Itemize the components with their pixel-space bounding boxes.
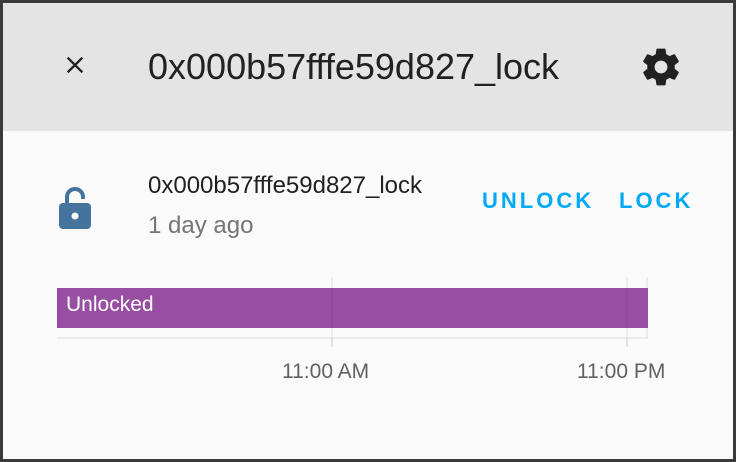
tick-label: 11:00 AM (282, 360, 370, 383)
entity-name: 0x000b57fffe59d827_lock (148, 172, 423, 199)
state-label: Unlocked (66, 293, 154, 316)
entity-row: 0x000b57fffe59d827_lock 1 day ago UNLOCK… (3, 131, 733, 261)
lock-button[interactable]: LOCK (619, 186, 693, 216)
dialog-header: 0x000b57fffe59d827_lock (3, 3, 733, 131)
last-changed: 1 day ago (148, 212, 254, 239)
unlock-button[interactable]: UNLOCK (482, 186, 594, 216)
more-info-dialog: 0x000b57fffe59d827_lock 0x000b57fffe59d8… (3, 3, 733, 459)
lock-open-icon (57, 185, 93, 231)
tick-label: 11:00 PM (577, 360, 666, 383)
history-timeline: Unlocked 11:00 AM 11:00 PM (3, 261, 733, 459)
dialog-title: 0x000b57fffe59d827_lock (148, 46, 560, 87)
settings-button[interactable] (637, 43, 685, 91)
close-button[interactable] (51, 41, 99, 89)
